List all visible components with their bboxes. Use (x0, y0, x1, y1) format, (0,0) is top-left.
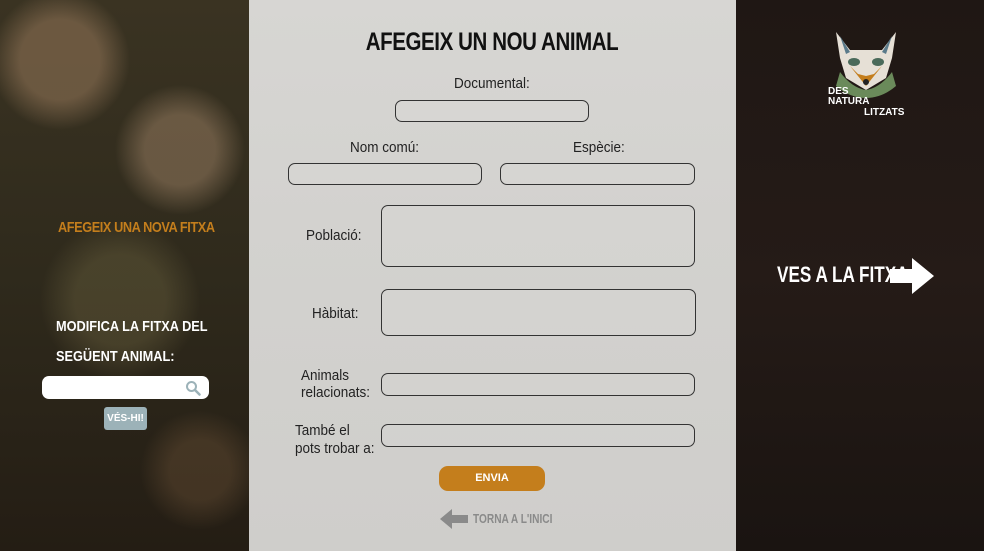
logo-line3: LITZATS (864, 107, 905, 118)
related-label-line1: Animals (301, 367, 350, 384)
go-to-sheet-label[interactable]: VES A LA FITXA (777, 262, 909, 288)
related-label-line2: relacionats: (301, 384, 371, 401)
species-field[interactable] (500, 163, 695, 185)
documental-field[interactable] (395, 100, 589, 122)
species-label: Espècie: (573, 139, 625, 156)
habitat-field[interactable] (381, 289, 696, 336)
related-animals-field[interactable] (381, 373, 695, 396)
also-find-label: També el pots trobar a: (295, 422, 375, 458)
common-name-label: Nom comú: (350, 139, 420, 156)
search-icon[interactable] (185, 380, 201, 396)
back-home-label: TORNA A L'INICI (473, 511, 553, 526)
documental-label: Documental: (454, 75, 530, 92)
page-title: AFEGEIX UN NOU ANIMAL (366, 28, 619, 56)
send-button[interactable]: ENVIA (439, 466, 545, 491)
animal-search-input[interactable] (42, 376, 209, 399)
arrow-right-icon[interactable] (890, 258, 934, 294)
modify-sheet-heading: MODIFICA LA FITXA DEL SEGÜENT ANIMAL: (56, 318, 208, 365)
population-field[interactable] (381, 205, 695, 267)
left-panel (0, 0, 249, 551)
go-button[interactable]: VÉS-HI! (104, 407, 147, 430)
related-animals-label: Animals relacionats: (301, 367, 370, 401)
also-label-line2: pots trobar a: (295, 440, 375, 457)
also-find-field[interactable] (381, 424, 695, 447)
common-name-field[interactable] (288, 163, 482, 185)
population-label: Població: (306, 227, 362, 244)
also-label-line1: També el (295, 422, 350, 439)
arrow-left-icon (440, 509, 468, 529)
add-new-sheet-link[interactable]: AFEGEIX UNA NOVA FITXA (58, 219, 215, 236)
habitat-label: Hàbitat: (312, 305, 359, 322)
logo-line2: NATURA (828, 96, 870, 107)
